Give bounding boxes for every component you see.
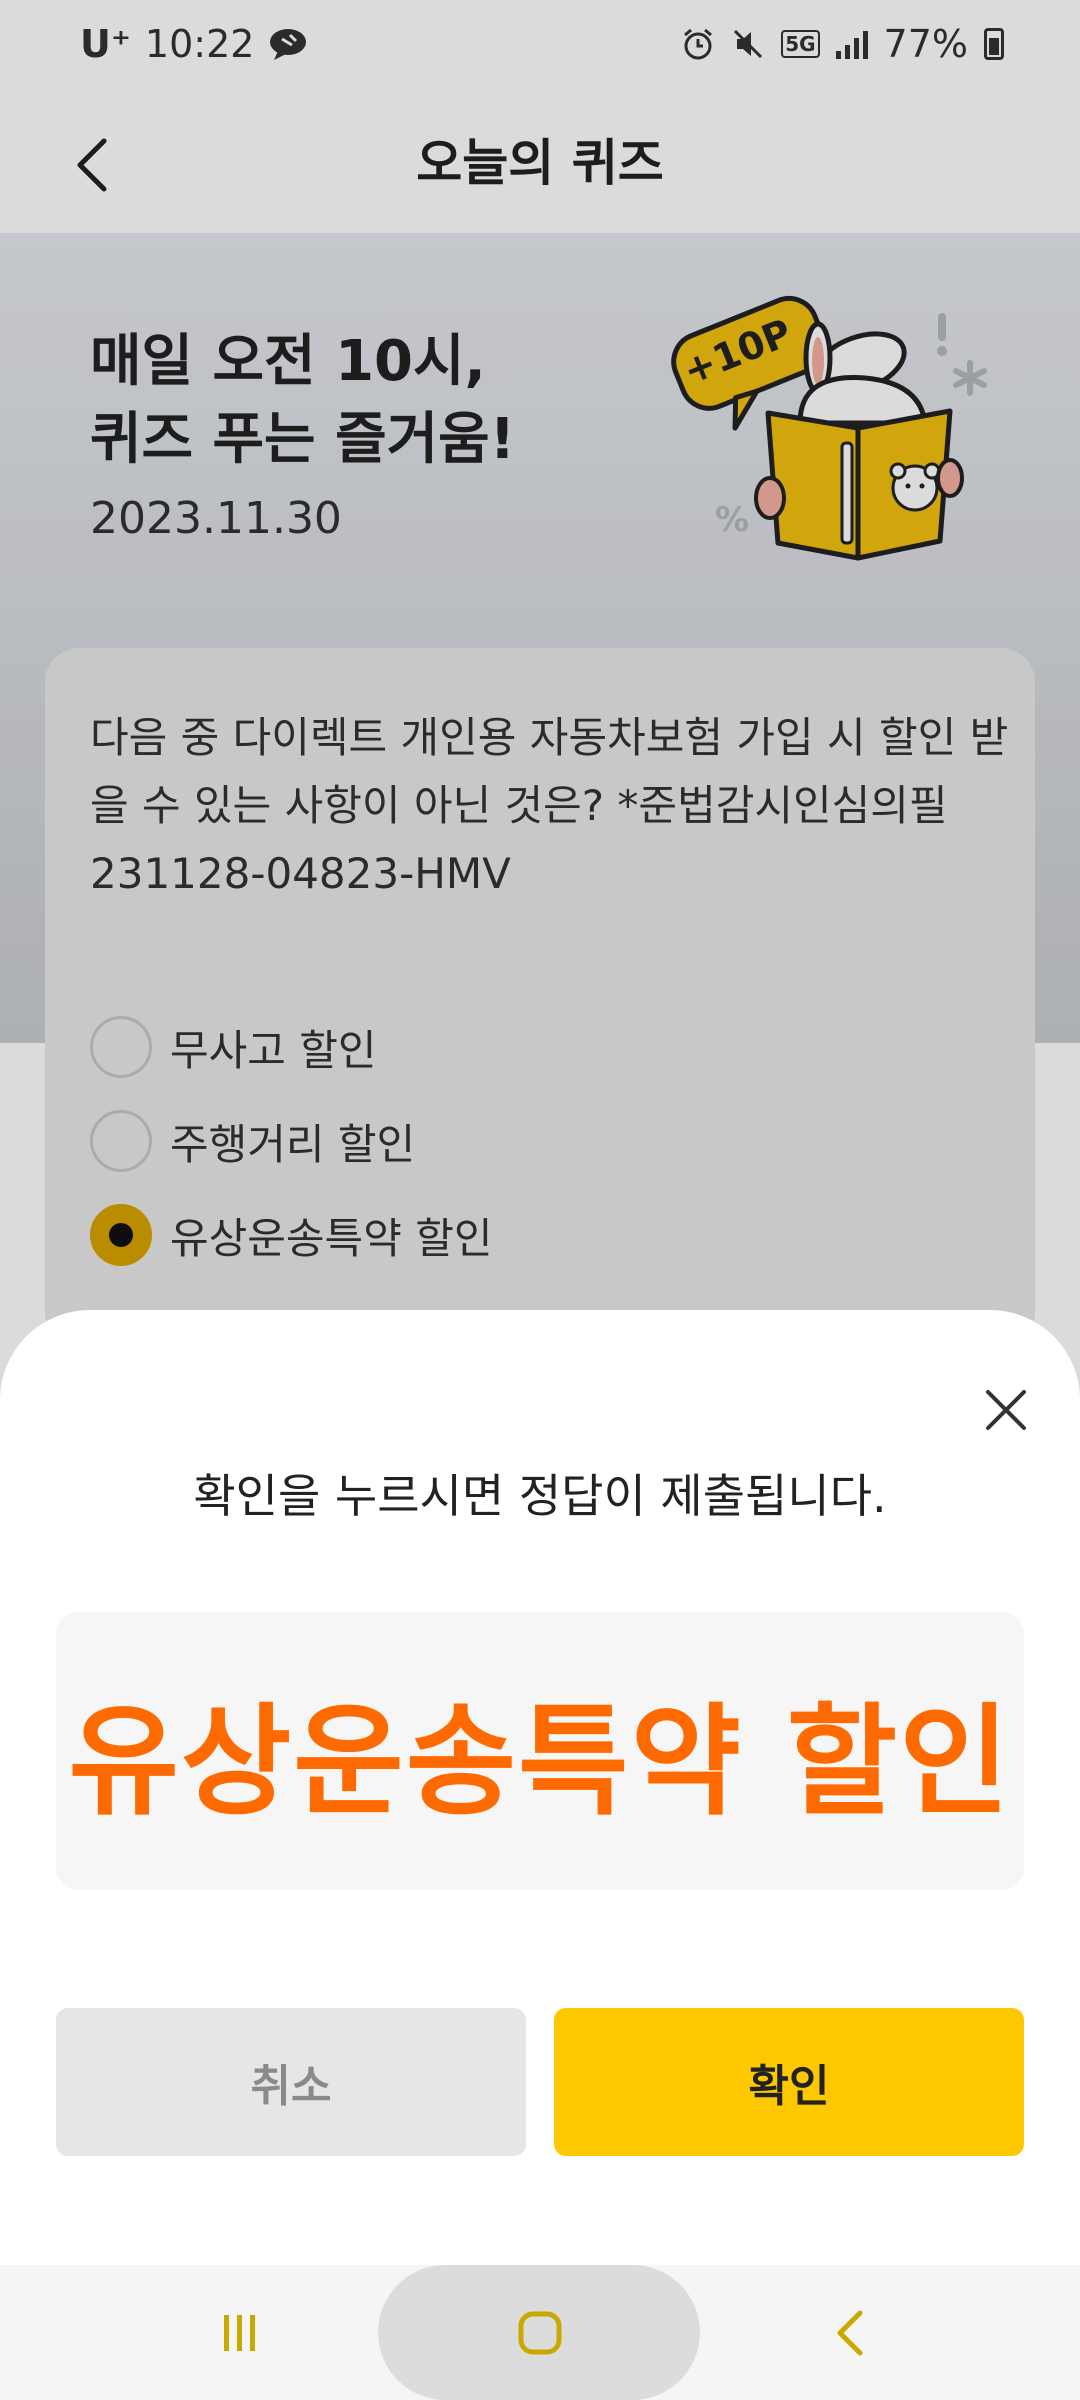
confirm-message: 확인을 누르시면 정답이 제출됩니다. (193, 1469, 887, 1523)
selected-answer: 유상운송특약 할인 (68, 1693, 1012, 1832)
back-arrow-icon (837, 2310, 863, 2355)
cancel-button[interactable]: 취소 (56, 2008, 526, 2156)
recent-apps-icon (224, 2314, 255, 2351)
confirm-button[interactable]: 확인 (554, 2008, 1024, 2156)
home-icon (518, 2311, 562, 2354)
nav-back-button[interactable] (770, 2265, 930, 2400)
recent-apps-button[interactable] (160, 2265, 320, 2400)
confirm-bottom-sheet: 확인을 누르시면 정답이 제출됩니다. 유상운송특약 할인 취소 확인 (0, 1310, 1080, 2265)
home-button[interactable] (460, 2265, 620, 2400)
selected-answer-box: 유상운송특약 할인 (56, 1612, 1024, 1890)
close-button[interactable] (976, 1380, 1036, 1440)
close-icon (986, 1390, 1026, 1430)
system-nav-bar (0, 2265, 1080, 2400)
